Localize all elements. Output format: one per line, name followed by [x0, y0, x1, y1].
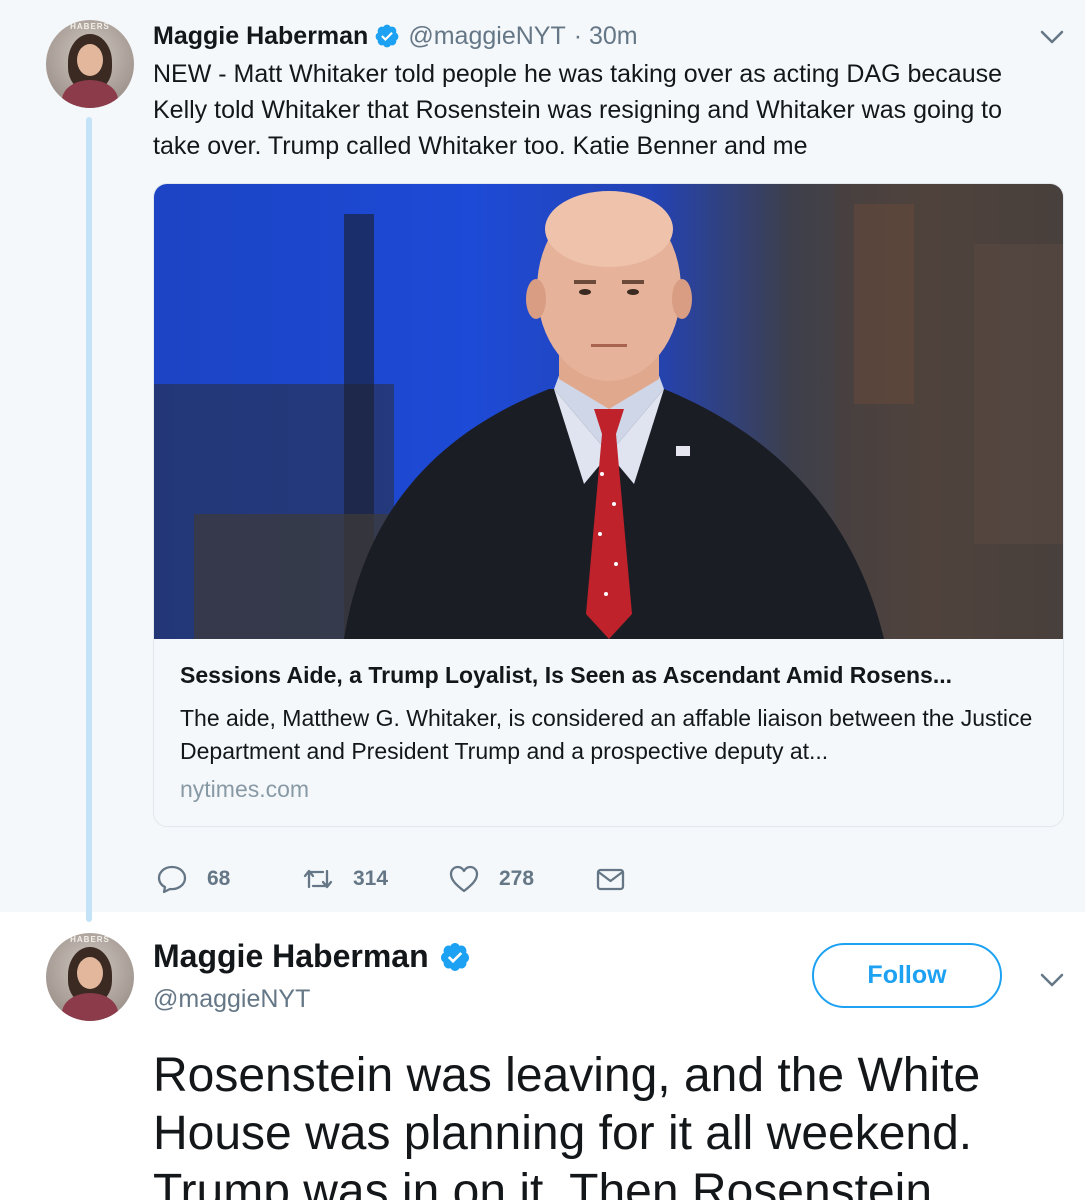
retweet-count: 314: [353, 867, 389, 890]
tweet-text: Rosenstein was leaving, and the White Ho…: [153, 1049, 981, 1200]
dm-button[interactable]: [593, 862, 627, 896]
card-image: [154, 184, 1063, 639]
chevron-down-icon[interactable]: [1038, 27, 1066, 47]
card-title[interactable]: Sessions Aide, a Trump Loyalist, Is Seen…: [180, 662, 1050, 689]
verified-icon: [375, 24, 399, 48]
like-icon: [449, 865, 479, 893]
dm-icon: [596, 868, 625, 891]
avatar-text: HABERS: [70, 935, 110, 944]
reply-icon: [157, 865, 187, 894]
retweet-icon: [303, 869, 333, 889]
author-handle[interactable]: @maggieNYT: [153, 985, 310, 1014]
reply-count: 68: [207, 867, 231, 890]
tweet-timestamp[interactable]: · 30m: [574, 22, 638, 51]
tweet-header: Maggie Haberman: [153, 938, 471, 975]
retweet-button[interactable]: 314: [301, 862, 447, 896]
card-photo: [154, 184, 1063, 639]
chevron-down-icon[interactable]: [1038, 970, 1066, 990]
like-button[interactable]: 278: [447, 862, 593, 896]
card-description: The aide, Matthew G. Whitaker, is consid…: [180, 705, 1033, 764]
like-count: 278: [499, 867, 535, 890]
reply-button[interactable]: 68: [155, 862, 301, 896]
author-name[interactable]: Maggie Haberman: [153, 22, 368, 51]
parent-tweet[interactable]: HABERS Maggie Haberman @maggieNYT · 30m …: [0, 0, 1085, 912]
card-domain: nytimes.com: [180, 776, 310, 802]
link-card[interactable]: Sessions Aide, a Trump Loyalist, Is Seen…: [153, 183, 1064, 827]
author-avatar[interactable]: HABERS: [46, 933, 134, 1021]
follow-button[interactable]: Follow: [812, 943, 1002, 1008]
tweet-header: Maggie Haberman @maggieNYT · 30m: [153, 20, 638, 52]
tweet-actions: 68 314 278: [155, 862, 627, 896]
tweet-text: NEW - Matt Whitaker told people he was t…: [153, 60, 1003, 160]
author-handle[interactable]: @maggieNYT: [408, 22, 565, 51]
avatar-text: HABERS: [70, 22, 110, 31]
author-name[interactable]: Maggie Haberman: [153, 938, 429, 975]
thread-connector-line: [86, 117, 92, 922]
verified-icon: [440, 942, 469, 971]
author-avatar[interactable]: HABERS: [46, 20, 134, 108]
